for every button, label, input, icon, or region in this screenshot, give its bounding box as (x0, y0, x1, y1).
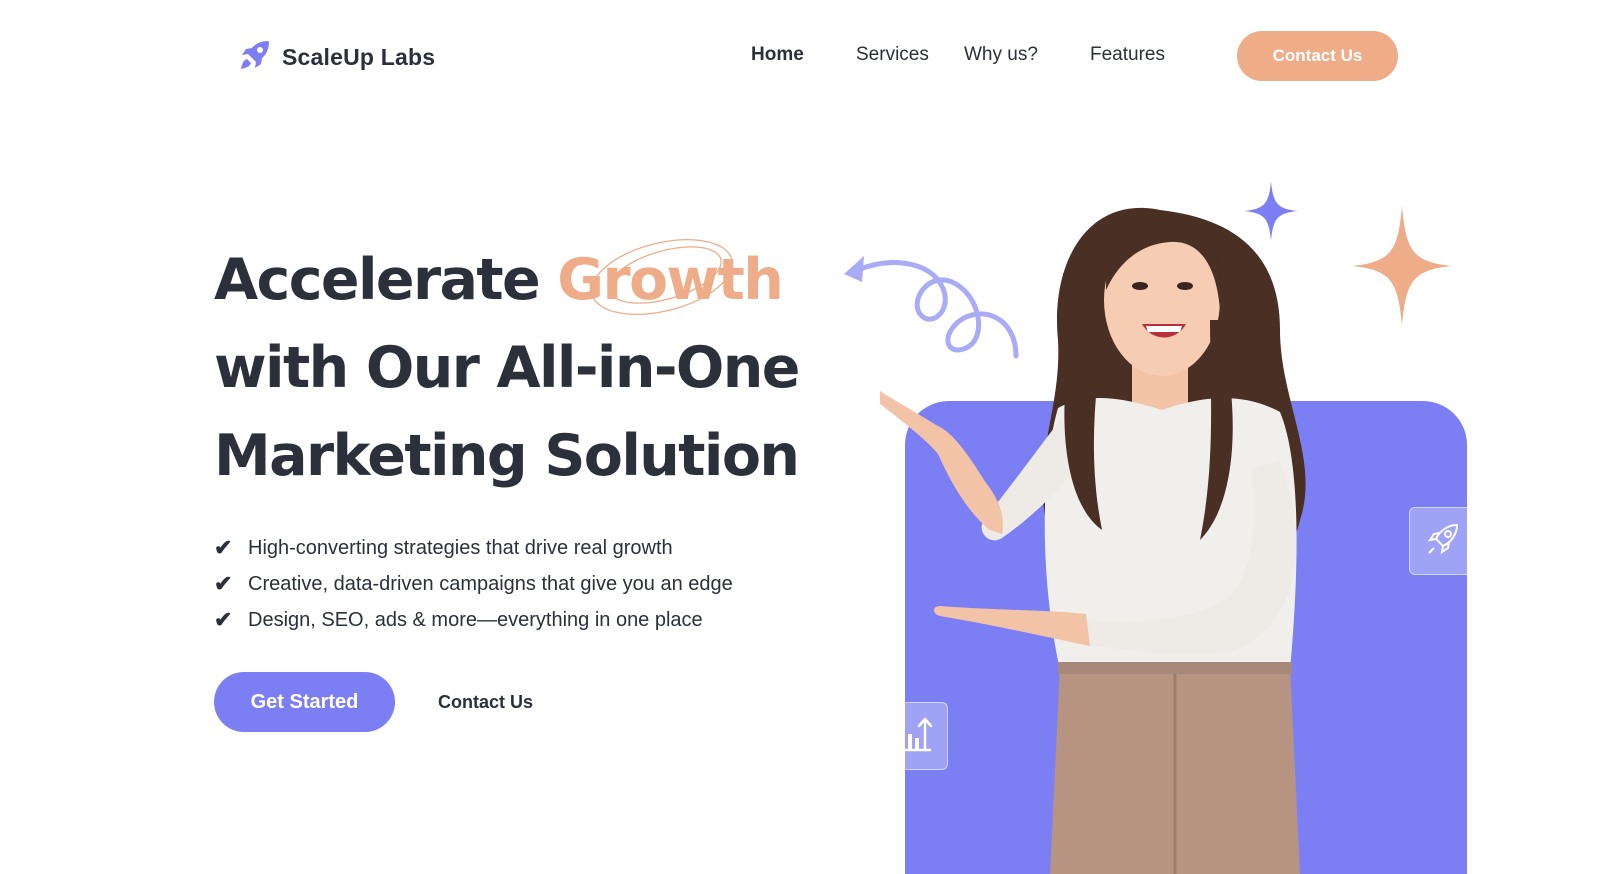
feature-text: Design, SEO, ads & more—everything in on… (248, 608, 703, 631)
check-icon: ✔ (214, 607, 233, 632)
rocket-icon (238, 38, 272, 77)
feature-text: Creative, data-driven campaigns that giv… (248, 572, 733, 595)
brand-logo[interactable]: ScaleUp Labs (238, 38, 435, 77)
get-started-button[interactable]: Get Started (214, 672, 395, 732)
check-icon: ✔ (214, 535, 233, 560)
feature-item: ✔ Design, SEO, ads & more—everything in … (214, 602, 733, 638)
nav-item-home[interactable]: Home (751, 44, 804, 66)
nav-item-why-us[interactable]: Why us? (964, 44, 1038, 66)
feature-item: ✔ Creative, data-driven campaigns that g… (214, 566, 733, 602)
nav-item-services[interactable]: Services (856, 44, 929, 66)
nav-item-features[interactable]: Features (1090, 44, 1165, 66)
header-contact-button[interactable]: Contact Us (1237, 31, 1398, 81)
headline-line-3: Marketing Solution (214, 423, 800, 489)
hero-contact-link[interactable]: Contact Us (438, 692, 533, 713)
feature-text: High-converting strategies that drive re… (248, 536, 673, 559)
orbit-swirl-icon (591, 239, 734, 315)
headline-line-1: Accelerate Growth (214, 239, 784, 315)
rocket-icon (1425, 521, 1461, 562)
check-icon: ✔ (214, 571, 233, 596)
headline-highlight: Growth (557, 239, 784, 315)
brand-name: ScaleUp Labs (282, 44, 436, 70)
bar-chart-icon (894, 714, 934, 759)
headline-line-2: with Our All-in-One (214, 335, 800, 401)
feature-list: ✔ High-converting strategies that drive … (214, 530, 733, 638)
sparkle-star-icon (1352, 206, 1452, 326)
rocket-tile (1409, 507, 1477, 575)
headline-prefix: Accelerate (214, 247, 541, 313)
woman-photo (880, 207, 1306, 874)
feature-item: ✔ High-converting strategies that drive … (214, 530, 733, 566)
chart-tile (880, 702, 948, 770)
